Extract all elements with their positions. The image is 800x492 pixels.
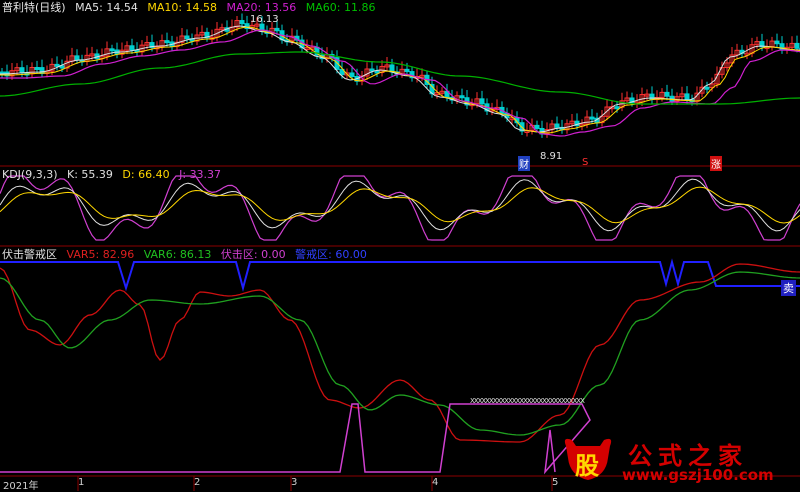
ambush-zone-line [0,403,591,475]
chart-canvas[interactable] [0,0,800,491]
axis-month-5: 5 [552,477,559,488]
kdj-j-label: J: [179,168,187,181]
watermark-logo: 股 [562,436,614,482]
candle-body [589,116,595,120]
candle-body [684,93,690,101]
var5-value: 82.96 [102,248,135,261]
watermark-url: www.gszj100.com [622,466,774,484]
ma60-label: MA60: [305,1,341,14]
ma60-readout: MA60: 11.86 [306,1,376,14]
candle-body [459,95,465,99]
candle-body [74,55,80,61]
alert-zone-line [0,258,800,292]
kdj-k-value: 55.39 [81,168,113,181]
var6-label: VAR6: [143,248,177,261]
kdj-panel-header: KDJ(9,3,3) K: 55.39 D: 66.40 J: 33.37 [2,168,227,182]
var5-readout: VAR5: 82.96 [67,248,135,261]
candle-body [664,91,670,97]
candle-body [274,27,280,32]
candle-body [374,70,380,74]
candle-body [19,67,25,74]
kdj-j-line [0,175,800,241]
signal-zhang-marker: 涨 [710,156,722,171]
ambush-zone-hatch: XXXXXXXXXXXXXXXXXXXXXXXXXXXXXX [470,397,585,405]
var6-value: 86.13 [179,248,212,261]
var6-line [0,271,800,436]
axis-month-3: 3 [291,477,298,488]
candle-body [184,35,190,40]
ma10-readout: MA10: 14.58 [147,1,217,14]
var6-readout: VAR6: 86.13 [144,248,212,261]
ma5-readout: MA5: 14.54 [75,1,138,14]
candle-body [614,106,620,110]
alert-label: 警戒区: [295,248,332,261]
kdj-d-readout: D: 66.40 [122,168,169,181]
ma20-label: MA20: [226,1,262,14]
candle-body [39,67,45,74]
signal-cai-marker: 财 [518,156,530,171]
watermark-logo-char: 股 [575,452,599,480]
ambush-value: 0.00 [261,248,286,261]
ma10-label: MA10: [147,1,183,14]
candle-body [794,42,800,49]
ambush-label: 伏击区: [220,248,258,261]
stock-name[interactable]: 普利特(日线) [2,1,66,14]
axis-month-2: 2 [194,477,201,488]
var5-line [0,263,800,443]
ma20-value: 13.56 [264,1,297,14]
ambush-readout: 伏击区: 0.00 [221,248,286,261]
low-price-marker: 8.91 [540,151,563,162]
alert-value: 60.00 [335,248,367,261]
candle-body [704,86,710,90]
axis-month-1: 1 [78,477,85,488]
watermark: 股 公式之家 www.gszj100.com [562,436,788,484]
ma20-line [0,29,800,137]
candle-body [164,40,170,44]
candle-body [534,124,540,129]
var5-label: VAR5: [66,248,100,261]
axis-year-label: 2021年 [3,481,39,492]
candle-body [109,48,115,52]
ma20-readout: MA20: 13.56 [227,1,297,14]
kdj-d-value: 66.40 [138,168,170,181]
signal-s-marker: S [582,157,589,168]
high-price-marker: 16.13 [250,14,279,25]
candle-body [774,40,780,45]
candle-body [369,68,375,72]
candle-body [349,72,355,78]
candle-body [649,93,655,101]
alert-panel-header: 伏击警戒区 VAR5: 82.96 VAR6: 86.13 伏击区: 0.00 … [2,248,373,262]
candle-body [54,63,60,67]
kdj-name[interactable]: KDJ(9,3,3) [2,168,58,181]
kdj-k-readout: K: 55.39 [67,168,113,181]
ma5-line [0,25,800,133]
sell-signal-marker: 卖 [781,280,796,296]
kdj-j-value: 33.37 [189,168,222,181]
axis-month-4: 4 [432,477,439,488]
candle-body [129,45,135,51]
main-panel-header: 普利特(日线) MA5: 14.54 MA10: 14.58 MA20: 13.… [2,1,381,15]
candle-body [554,123,560,128]
candle-body [239,20,245,25]
ma5-label: MA5: [75,1,103,14]
alert-readout: 警戒区: 60.00 [295,248,367,261]
candle-body [34,66,40,70]
candle-body [404,68,410,73]
kdj-d-label: D: [122,168,135,181]
ma10-line [0,26,800,134]
alert-panel-name[interactable]: 伏击警戒区 [2,248,57,261]
ma5-value: 14.54 [106,1,138,14]
ma60-value: 11.86 [343,1,376,14]
ma10-value: 14.58 [185,1,218,14]
kdj-k-label: K: [67,168,78,181]
candle-body [479,98,485,105]
kdj-j-readout: J: 33.37 [179,168,221,181]
